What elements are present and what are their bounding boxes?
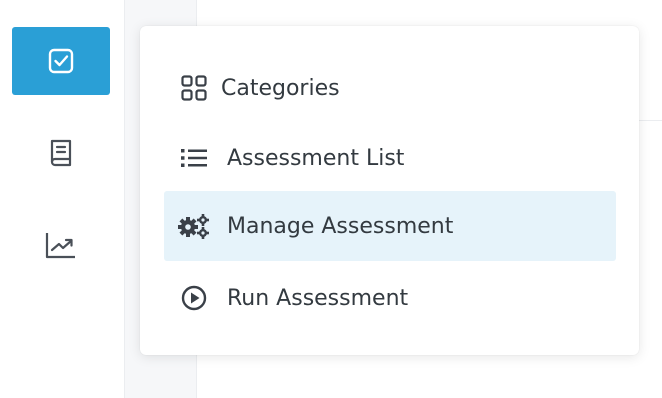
assessment-flyout-menu: Categories Assessment List Manage Assess…: [140, 26, 639, 355]
menu-item-categories[interactable]: Categories: [164, 53, 616, 123]
grid-icon: [176, 75, 212, 101]
menu-item-label: Categories: [221, 75, 340, 101]
rail-item-reports[interactable]: [12, 119, 110, 187]
rail-item-assessments[interactable]: [12, 27, 110, 95]
checkbox-square-icon: [47, 47, 75, 75]
menu-item-run-assessment[interactable]: Run Assessment: [164, 263, 616, 333]
menu-item-manage-assessment[interactable]: Manage Assessment: [164, 191, 616, 261]
line-chart-icon: [44, 230, 78, 260]
list-icon: [176, 145, 212, 171]
menu-item-assessment-list[interactable]: Assessment List: [164, 123, 616, 193]
book-icon: [48, 138, 74, 168]
menu-item-label: Assessment List: [227, 145, 405, 171]
menu-item-label: Run Assessment: [227, 285, 409, 311]
menu-item-label: Manage Assessment: [227, 213, 454, 239]
gears-icon: [176, 213, 212, 239]
rail-item-analytics[interactable]: [12, 211, 110, 279]
left-nav-rail: [0, 0, 124, 398]
play-circle-icon: [176, 285, 212, 311]
content-divider: [638, 120, 662, 121]
